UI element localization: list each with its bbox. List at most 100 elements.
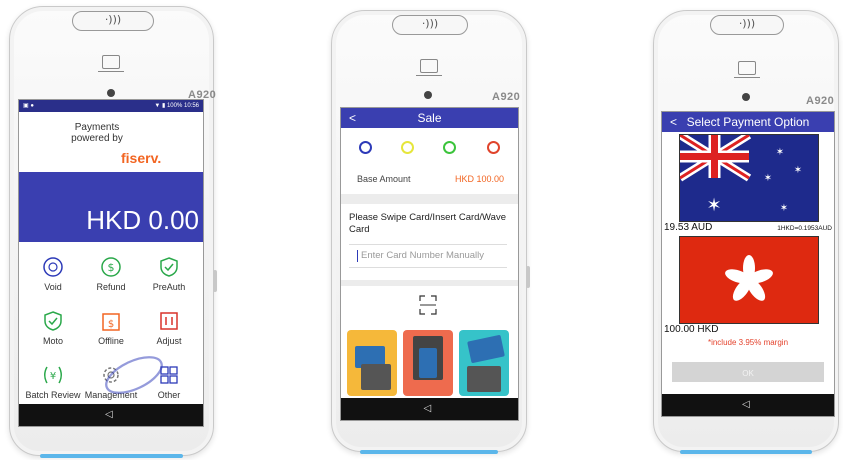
svg-text:$: $ [108, 261, 115, 274]
base-amount-label: Base Amount [357, 174, 411, 184]
nfc-indicator: ·))) [72, 11, 154, 31]
payments-line-2: powered by [71, 133, 123, 144]
void-icon [43, 257, 63, 277]
camera-icon [107, 89, 115, 97]
separator-2 [341, 280, 518, 286]
nav-bar: ◁ [341, 398, 518, 420]
svg-text:¥: ¥ [50, 371, 56, 382]
ok-button[interactable]: OK [672, 362, 824, 382]
back-button[interactable]: < [349, 108, 356, 128]
nav-back-icon[interactable]: ◁ [105, 409, 113, 420]
swipe-card-tile[interactable] [347, 330, 397, 396]
base-amount-value: HKD 100.00 [454, 174, 504, 184]
nav-bar: ◁ [662, 394, 834, 416]
sale-title: Sale [417, 111, 442, 125]
option2-amount: 100.00 HKD [664, 324, 719, 335]
status-ring-green [443, 141, 456, 154]
svg-text:✶: ✶ [780, 203, 788, 214]
nav-bar: ◁ [19, 404, 203, 426]
menu-moto-label: Moto [42, 336, 63, 346]
batch-review-icon: ¥ [44, 366, 62, 384]
watermark-logo [105, 356, 163, 394]
menu-void[interactable]: Void [23, 256, 83, 292]
wave-card-illustration [467, 334, 505, 364]
svg-text:✶: ✶ [764, 173, 772, 184]
wave-card-tile[interactable] [459, 330, 509, 396]
status-left: ▣ ● [23, 103, 34, 109]
preauth-icon [160, 257, 178, 277]
svg-text:✶: ✶ [706, 195, 721, 216]
menu-refund-label: Refund [96, 282, 126, 292]
card-input-placeholder: Enter Card Number Manually [361, 250, 485, 261]
card-slot-icon [98, 55, 124, 72]
svg-text:$: $ [108, 319, 114, 330]
nfc-indicator: ·))) [392, 15, 468, 35]
menu-offline[interactable]: $ Offline [81, 310, 141, 346]
screen-home: ▣ ● ▼ ▮ 100% 10:56 Payments powered by f… [18, 99, 204, 427]
status-bar: ▣ ● ▼ ▮ 100% 10:56 [19, 100, 203, 112]
terminal-device-1: ·))) A920 ▣ ● ▼ ▮ 100% 10:56 Payments po… [9, 6, 217, 458]
fiserv-logo: fiserv. [121, 150, 162, 166]
payments-text: Payments powered by [69, 122, 125, 144]
status-ring-blue [359, 141, 372, 154]
base-light [360, 450, 498, 454]
menu-preauth[interactable]: PreAuth [139, 256, 199, 292]
australia-flag[interactable]: ✶ ✶ ✶ ✶ ✶ [679, 134, 819, 222]
terminal-device-2: ·))) A920 < Sale Base Amount HKD 100.00 … [331, 10, 530, 454]
menu-batch-review-label: Batch Review [25, 390, 81, 400]
ok-label: OK [742, 369, 754, 378]
menu-adjust-label: Adjust [156, 336, 182, 346]
card-prompt: Please Swipe Card/Insert Card/Wave Card [349, 212, 506, 235]
insert-card-illustration [419, 348, 437, 378]
card-number-input[interactable]: Enter Card Number Manually [349, 244, 507, 268]
separator [341, 194, 518, 204]
nav-back-icon[interactable]: ◁ [424, 403, 432, 414]
option1-amount: 19.53 AUD [664, 222, 713, 233]
base-light [680, 450, 812, 454]
camera-icon [742, 93, 750, 101]
svg-text:✶: ✶ [776, 147, 784, 158]
option1-rate: 1HKD=0.1953AUD [777, 225, 832, 232]
status-right: ▼ ▮ 100% 10:56 [154, 103, 199, 109]
card-slot-icon [734, 61, 760, 78]
menu-adjust[interactable]: Adjust [139, 310, 199, 346]
menu-refund[interactable]: $ Refund [81, 256, 141, 292]
svg-text:✶: ✶ [794, 165, 802, 176]
sale-header: < Sale [341, 108, 518, 128]
insert-card-tile[interactable] [403, 330, 453, 396]
wave-terminal-illustration [467, 366, 501, 392]
menu-void-label: Void [44, 282, 62, 292]
payment-header: < Select Payment Option [662, 112, 834, 132]
screen-sale: < Sale Base Amount HKD 100.00 Please Swi… [340, 107, 519, 421]
side-button [213, 270, 217, 292]
back-button[interactable]: < [670, 112, 677, 132]
menu-moto[interactable]: Moto [23, 310, 83, 346]
side-button [526, 266, 530, 288]
menu-batch-review[interactable]: ¥ Batch Review [23, 364, 83, 400]
status-ring-red [487, 141, 500, 154]
hong-kong-flag[interactable] [679, 236, 819, 324]
nav-back-icon[interactable]: ◁ [742, 399, 750, 410]
moto-icon [44, 311, 62, 331]
brand-label: A920 [492, 91, 521, 103]
offline-icon: $ [102, 313, 120, 331]
refund-icon: $ [101, 257, 121, 277]
terminal-illustration [361, 364, 391, 390]
payments-line-1: Payments [74, 122, 120, 133]
card-input-cursor [357, 250, 358, 262]
nfc-indicator: ·))) [710, 15, 784, 35]
base-light [40, 454, 183, 458]
camera-icon [424, 91, 432, 99]
margin-note: *include 3.95% margin [707, 338, 789, 347]
brand-label: A920 [806, 95, 835, 107]
amount-panel: HKD 0.00 [19, 172, 203, 242]
status-ring-yellow [401, 141, 414, 154]
screen-payment-option: < Select Payment Option ✶ ✶ ✶ ✶ ✶ 19.53 … [661, 111, 835, 417]
card-slot-icon [416, 59, 442, 76]
terminal-device-3: ·))) A920 < Select Payment Option ✶ ✶ ✶ … [653, 10, 839, 454]
adjust-icon [160, 312, 178, 330]
amount-display: HKD 0.00 [86, 205, 199, 235]
scan-icon[interactable] [418, 294, 438, 316]
menu-preauth-label: PreAuth [152, 282, 186, 292]
menu-offline-label: Offline [98, 336, 124, 346]
